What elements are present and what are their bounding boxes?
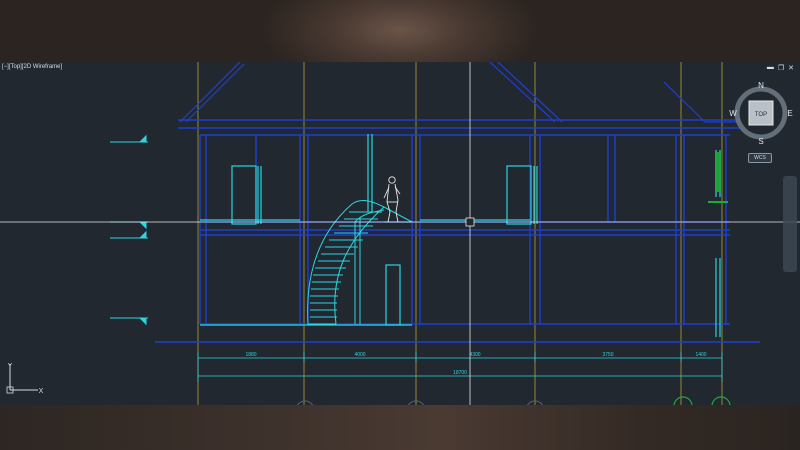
compass-east[interactable]: E [787, 109, 792, 118]
dimension-label: 4300 [469, 352, 480, 358]
wall-frame [155, 119, 760, 343]
compass-west[interactable]: W [729, 109, 737, 118]
wcs-menu[interactable]: WCS [748, 153, 772, 163]
dimension-lines [197, 352, 723, 382]
dimension-label: 1880 [245, 352, 256, 358]
ucs-x-label: X [39, 388, 44, 395]
person-figure [383, 176, 401, 223]
green-opening-marker [715, 152, 721, 192]
spiral-staircase [307, 199, 413, 325]
grid-axes [197, 62, 723, 405]
desktop-background-top [0, 0, 800, 62]
drawing-viewport[interactable]: [−][Top][2D Wireframe] ▬ ❐ ✕ 1880 4000 4… [0, 62, 800, 405]
ucs-icon: Y X [4, 358, 48, 403]
ucs-y-label: Y [8, 363, 13, 370]
viewcube[interactable]: TOP N S E W [728, 80, 794, 160]
overall-dimension-label: 18700 [453, 370, 467, 376]
dimension-label: 4000 [354, 352, 365, 358]
dimension-label: 3750 [602, 352, 613, 358]
roof-lines [179, 62, 740, 123]
cad-drawing: 1880 4000 4300 3750 1400 18700 [0, 62, 800, 405]
wcs-label: WCS [754, 155, 766, 161]
dimension-label: 1400 [695, 352, 706, 358]
viewcube-face-top[interactable]: TOP [755, 112, 767, 118]
desktop-background-bottom [0, 405, 800, 450]
compass-north[interactable]: N [758, 81, 764, 90]
dimension-labels: 1880 4000 4300 3750 1400 18700 [245, 352, 706, 376]
crosshair-cursor [0, 62, 800, 405]
compass-south[interactable]: S [758, 137, 763, 146]
navigation-bar[interactable] [783, 176, 797, 272]
level-markers [110, 134, 148, 326]
